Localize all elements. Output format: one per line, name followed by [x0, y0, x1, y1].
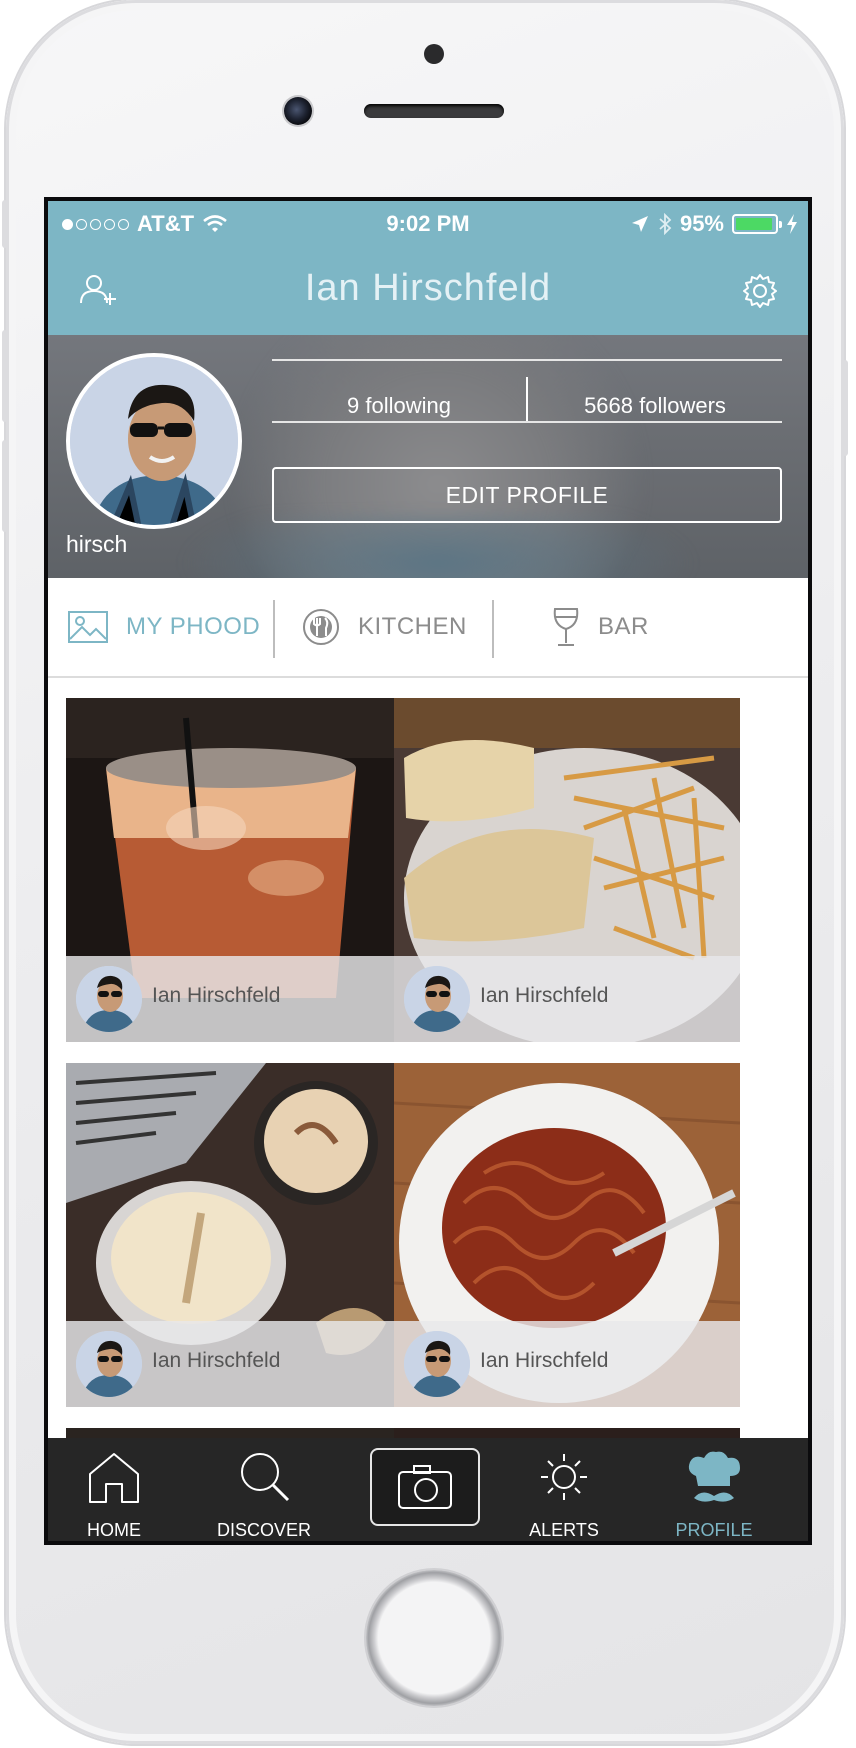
tab-label: BAR [598, 613, 649, 640]
earpiece-speaker [364, 104, 504, 118]
tab-bar[interactable]: BAR [552, 578, 649, 676]
status-bar: AT&T 9:02 PM 95% [48, 201, 808, 247]
location-arrow-icon [631, 216, 648, 232]
post-card[interactable]: Ian Hirschfeld [66, 1063, 412, 1407]
category-tabs: MY PHOOD KITCHEN BAR [48, 578, 808, 678]
app-screen: AT&T 9:02 PM 95% Ian Hirschfeld hirsch 9… [48, 201, 808, 1541]
chef-hat-mustache-icon [688, 1451, 740, 1502]
charging-bolt-icon [787, 214, 797, 234]
tab-label: PROFILE [675, 1520, 753, 1540]
volume-up-button [2, 330, 8, 422]
volume-down-button [2, 440, 8, 532]
poster-name[interactable]: Ian Hirschfeld [152, 984, 280, 1008]
tab-divider [492, 600, 494, 658]
power-button [842, 360, 848, 456]
camera-button[interactable] [370, 1448, 480, 1526]
stats-top-rule [272, 359, 782, 361]
poster-avatar[interactable] [404, 1331, 470, 1397]
bottom-tab-bar: HOME DISCOVER ALERTS PROFILE [48, 1438, 808, 1541]
battery-icon [732, 214, 782, 234]
search-icon [241, 1453, 290, 1502]
image-icon [68, 611, 108, 643]
poster-name[interactable]: Ian Hirschfeld [480, 984, 608, 1008]
username: hirsch [66, 531, 128, 557]
cover-photo-shirt [178, 515, 698, 578]
tab-divider [273, 600, 275, 658]
tab-alerts[interactable]: ALERTS [504, 1450, 624, 1540]
tab-label: HOME [87, 1520, 141, 1540]
followers-count[interactable]: 5668 followers [528, 393, 782, 419]
poster-avatar[interactable] [76, 966, 142, 1032]
gear-icon[interactable] [738, 269, 782, 313]
tab-label: DISCOVER [216, 1520, 312, 1540]
photo-grid: Ian Hirschfeld Ian Hirschfeld Ian Hirsch… [48, 678, 808, 1458]
home-icon [89, 1453, 139, 1503]
poster-avatar[interactable] [76, 1331, 142, 1397]
poster-avatar[interactable] [404, 966, 470, 1032]
stats-bottom-rule [272, 421, 782, 423]
tab-profile[interactable]: PROFILE [654, 1450, 774, 1540]
tab-label: KITCHEN [358, 613, 467, 640]
edit-profile-button[interactable]: EDIT PROFILE [272, 467, 782, 523]
poster-name[interactable]: Ian Hirschfeld [152, 1349, 280, 1373]
battery-percent: 95% [679, 211, 724, 236]
plate-fork-knife-icon [303, 609, 339, 645]
camera-icon [398, 1465, 452, 1509]
tab-home[interactable]: HOME [54, 1450, 174, 1540]
proximity-sensor [424, 44, 444, 64]
post-card[interactable]: Ian Hirschfeld [394, 698, 740, 1042]
wine-glass-icon [553, 608, 579, 646]
poster-name[interactable]: Ian Hirschfeld [480, 1349, 608, 1373]
post-card[interactable]: Ian Hirschfeld [66, 698, 412, 1042]
bluetooth-icon [659, 213, 672, 235]
mute-switch [2, 200, 8, 248]
tab-label: MY PHOOD [126, 613, 261, 640]
front-camera [284, 97, 312, 125]
home-button[interactable] [366, 1570, 502, 1706]
tab-my-phood[interactable]: MY PHOOD [68, 578, 260, 676]
post-card[interactable]: Ian Hirschfeld [394, 1063, 740, 1407]
following-count[interactable]: 9 following [272, 393, 526, 419]
profile-avatar[interactable] [66, 353, 242, 529]
tab-discover[interactable]: DISCOVER [204, 1450, 324, 1540]
sun-icon [541, 1454, 587, 1500]
profile-header: hirsch 9 following 5668 followers EDIT P… [48, 335, 808, 578]
tab-kitchen[interactable]: KITCHEN [302, 578, 467, 676]
tab-label: ALERTS [529, 1520, 599, 1540]
page-title: Ian Hirschfeld [304, 267, 552, 309]
navigation-bar: Ian Hirschfeld [48, 247, 808, 335]
